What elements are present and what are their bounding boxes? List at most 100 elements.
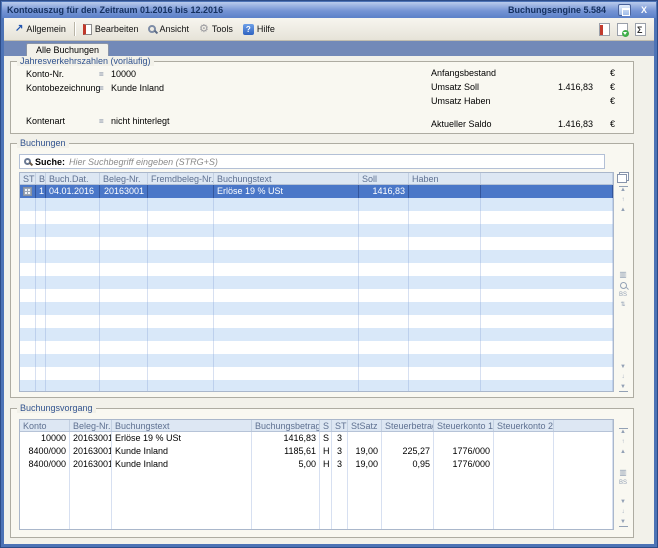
grid-cell — [70, 497, 112, 510]
table-row[interactable]: 1000020163001Erlöse 19 % USt1416,83S3 — [20, 432, 613, 445]
grid-cell — [359, 263, 409, 276]
column-header[interactable]: Steuerkonto 1 — [434, 420, 494, 431]
menu-label: Ansicht — [159, 24, 189, 34]
column-header[interactable]: Buchungstext — [112, 420, 252, 431]
grid-cell: 1776/000 — [434, 445, 494, 458]
menu-label: Bearbeiten — [95, 24, 139, 34]
grid-cell — [214, 341, 359, 354]
grid-cell — [46, 315, 100, 328]
copy-button[interactable] — [617, 172, 629, 183]
grid-cell: 3 — [332, 445, 348, 458]
scroll-down-button[interactable]: ↓ — [619, 509, 628, 516]
grid-cell — [409, 198, 481, 211]
grid-cell — [348, 484, 382, 497]
go-last-button[interactable]: ▼ — [619, 384, 628, 392]
column-select-button[interactable]: ▥ — [619, 270, 628, 279]
grid-cell: 0,95 — [382, 458, 434, 471]
column-header[interactable]: S — [320, 420, 332, 431]
column-header[interactable]: Buchungsbetrag — [252, 420, 320, 431]
restore-window-button[interactable] — [618, 4, 631, 16]
prev-record-button[interactable]: ▲ — [619, 449, 628, 456]
search-icon — [24, 158, 31, 165]
grid-cell: 19,00 — [348, 458, 382, 471]
sort-button[interactable]: ⇅ — [619, 302, 628, 309]
menu-hilfe[interactable]: ? Hilfe — [238, 22, 280, 37]
column-header[interactable]: Beleg-Nr. — [70, 420, 112, 431]
grid-cell — [70, 523, 112, 530]
gear-icon: ⚙ — [199, 24, 209, 35]
grid-cell-filler — [481, 315, 613, 328]
table-row-empty — [20, 497, 613, 510]
grid-header-row: KontoBeleg-Nr.BuchungstextBuchungsbetrag… — [20, 420, 613, 432]
close-window-button[interactable]: X — [637, 5, 651, 15]
next-record-button[interactable]: ▼ — [619, 364, 628, 371]
field-value: 10000 — [111, 69, 136, 79]
column-header[interactable]: Steuerbetrag — [382, 420, 434, 431]
grid-cell — [332, 523, 348, 530]
column-header[interactable]: ST — [20, 173, 36, 184]
grid-cell — [46, 237, 100, 250]
column-header[interactable]: Beleg-Nr. — [100, 173, 148, 184]
table-row-selected[interactable]: 104.01.201620163001Erlöse 19 % USt1416,8… — [20, 185, 613, 198]
table-row[interactable]: 8400/00020163001Kunde Inland1185,61H319,… — [20, 445, 613, 458]
column-header[interactable]: Fremdbeleg-Nr. — [148, 173, 214, 184]
column-header[interactable]: Steuerkonto 2 — [494, 420, 554, 431]
column-header[interactable]: Konto — [20, 420, 70, 431]
grid-cell — [214, 250, 359, 263]
grid-cell — [100, 224, 148, 237]
grid-cell: 20163001 — [70, 445, 112, 458]
sum-document-button[interactable]: Σ — [635, 23, 646, 36]
grid-cell — [214, 328, 359, 341]
equals-icon: = — [99, 117, 104, 126]
grid-cell — [100, 276, 148, 289]
column-select-button[interactable]: ▥ — [619, 468, 628, 477]
go-last-button[interactable]: ▼ — [619, 519, 628, 527]
bs-button[interactable]: BS — [619, 292, 628, 299]
grid-cell — [494, 471, 554, 484]
scroll-up-button[interactable]: ↑ — [619, 439, 628, 446]
menu-tools[interactable]: ⚙ Tools — [194, 22, 238, 37]
scroll-down-button[interactable]: ↓ — [619, 374, 628, 381]
column-header[interactable]: StSatz — [348, 420, 382, 431]
column-header[interactable]: Buch.Dat. — [46, 173, 100, 184]
buchungen-grid-sidebar: ▲ ↑ ▲ ▥ BS ⇅ ▼ ↓ ▼ — [616, 172, 630, 392]
column-header[interactable]: B — [36, 173, 46, 184]
grid-cell — [100, 237, 148, 250]
column-header[interactable]: ST — [332, 420, 348, 431]
tab-alle-buchungen[interactable]: Alle Buchungen — [26, 43, 109, 56]
search-input[interactable] — [69, 157, 600, 167]
grid-cell — [36, 328, 46, 341]
grid-cell: 1416,83 — [359, 185, 409, 198]
grid-cell — [46, 302, 100, 315]
grid-cell — [214, 263, 359, 276]
bs-button[interactable]: BS — [619, 480, 628, 487]
field-value: 1.416,83 — [558, 119, 593, 129]
grid-search-button[interactable] — [620, 282, 627, 289]
equals-icon: = — [99, 84, 104, 93]
grid-cell — [348, 523, 382, 530]
export-document-button[interactable] — [617, 23, 628, 36]
column-header[interactable]: Soll — [359, 173, 409, 184]
table-row-empty — [20, 302, 613, 315]
table-row[interactable]: 8400/00020163001Kunde Inland5,00H319,000… — [20, 458, 613, 471]
grid-cell-filler — [481, 289, 613, 302]
scroll-up-button[interactable]: ↑ — [619, 197, 628, 204]
menu-ansicht[interactable]: Ansicht — [143, 22, 194, 36]
grid-cell — [494, 523, 554, 530]
column-header[interactable]: Haben — [409, 173, 481, 184]
grid-cell — [36, 289, 46, 302]
menu-allgemein[interactable]: ↗ Allgemein — [10, 22, 71, 36]
next-record-button[interactable]: ▼ — [619, 499, 628, 506]
grid-cell — [359, 380, 409, 392]
menu-bearbeiten[interactable]: Bearbeiten — [78, 22, 144, 37]
grid-cell — [36, 380, 46, 392]
prev-record-button[interactable]: ▲ — [619, 207, 628, 214]
grid-cell — [359, 328, 409, 341]
grid-cell — [409, 185, 481, 198]
go-first-button[interactable]: ▲ — [619, 186, 628, 194]
field-label: Anfangsbestand — [431, 68, 496, 78]
column-header[interactable]: Buchungstext — [214, 173, 359, 184]
sheet-icon — [23, 187, 32, 196]
go-first-button[interactable]: ▲ — [619, 428, 628, 436]
report-document-button[interactable] — [599, 23, 610, 36]
